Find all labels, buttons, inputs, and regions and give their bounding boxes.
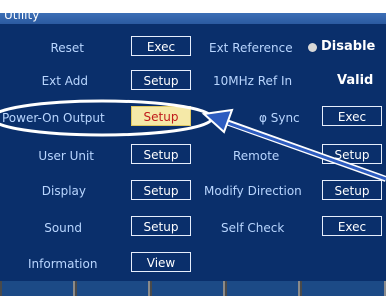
window-title: Utility xyxy=(4,8,40,22)
display-setup-button[interactable]: Setup xyxy=(131,180,191,200)
power-on-output-label: Power-On Output xyxy=(2,111,105,125)
ref-in-label: 10MHz Ref In xyxy=(213,74,293,88)
softkey-3[interactable] xyxy=(152,281,225,296)
softkey-1[interactable] xyxy=(2,281,75,296)
sound-setup-button[interactable]: Setup xyxy=(131,216,191,236)
ext-reference-value: Disable xyxy=(321,39,376,54)
self-check-label: Self Check xyxy=(221,221,285,235)
information-view-button[interactable]: View xyxy=(131,252,191,272)
status-dot-icon xyxy=(308,43,317,52)
modify-direction-label: Modify Direction xyxy=(204,184,302,198)
power-on-output-setup-button[interactable]: Setup xyxy=(131,106,191,126)
modify-direction-setup-button[interactable]: Setup xyxy=(322,180,382,200)
ext-add-setup-button[interactable]: Setup xyxy=(131,70,191,90)
information-label: Information xyxy=(28,257,98,271)
self-check-exec-button[interactable]: Exec xyxy=(322,216,382,236)
softkey-2[interactable] xyxy=(77,281,150,296)
user-unit-setup-button[interactable]: Setup xyxy=(131,144,191,164)
sound-label: Sound xyxy=(44,221,82,235)
display-label: Display xyxy=(41,184,86,198)
phi-sync-exec-button[interactable]: Exec xyxy=(322,106,382,126)
remote-setup-button[interactable]: Setup xyxy=(322,144,382,164)
softkey-4[interactable] xyxy=(227,281,300,296)
reset-label: Reset xyxy=(50,41,84,55)
softkey-5[interactable] xyxy=(302,281,386,296)
remote-label: Remote xyxy=(233,149,280,163)
ref-in-value: Valid xyxy=(337,73,374,88)
reset-exec-button[interactable]: Exec xyxy=(131,36,191,56)
ext-add-label: Ext Add xyxy=(41,74,88,88)
title-bar: Utility xyxy=(0,0,386,24)
title-bar-strip xyxy=(0,13,386,24)
phi-sync-label: φ Sync xyxy=(259,111,300,125)
arrowhead-icon xyxy=(201,108,234,134)
softkey-bar xyxy=(0,281,386,296)
ext-reference-label: Ext Reference xyxy=(209,41,293,55)
user-unit-label: User Unit xyxy=(38,149,94,163)
